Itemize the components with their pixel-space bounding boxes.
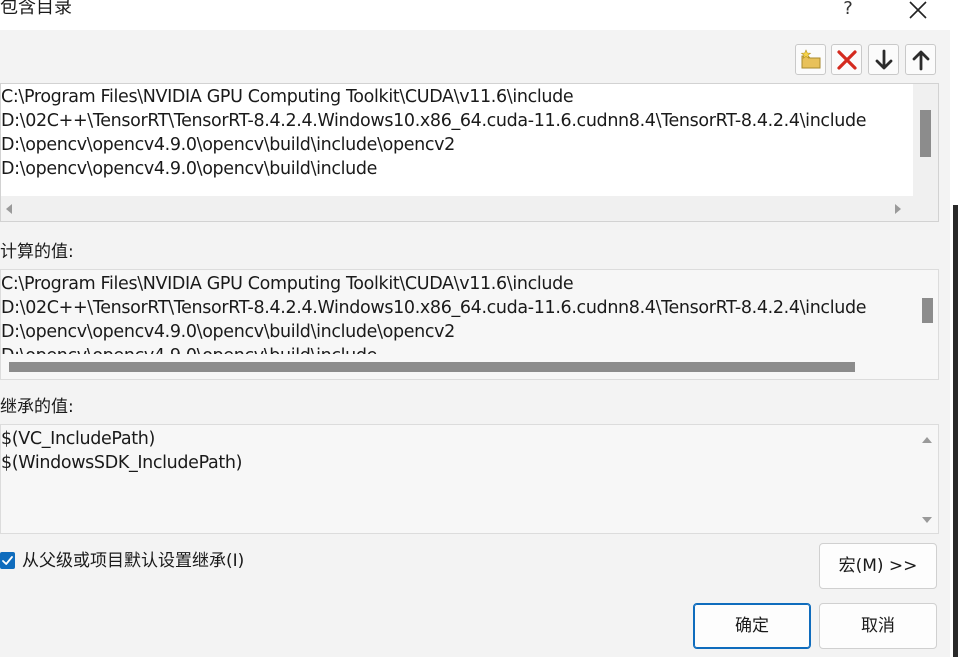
- evaluated-vscrollbar[interactable]: [913, 270, 938, 354]
- close-icon: [909, 1, 927, 19]
- move-down-button[interactable]: [868, 44, 899, 75]
- arrow-down-icon: [875, 49, 892, 70]
- inherited-line: $(WindowsSDK_IncludePath): [1, 453, 243, 473]
- evaluated-hscroll-thumb[interactable]: [9, 362, 855, 372]
- checkmark-icon: [2, 556, 13, 565]
- inherit-checkbox[interactable]: [0, 552, 15, 569]
- title-bar: [0, 0, 958, 30]
- inherited-line: $(VC_IncludePath): [1, 429, 155, 449]
- new-folder-icon: [800, 49, 820, 69]
- evaluated-vscroll-thumb[interactable]: [922, 298, 933, 323]
- dialog-title: 包含目录: [0, 0, 72, 18]
- evaluated-line: D:\02C++\TensorRT\TensorRT-8.4.2.4.Windo…: [1, 298, 867, 318]
- edit-vscrollbar[interactable]: [913, 84, 938, 221]
- edit-line[interactable]: D:\opencv\opencv4.9.0\opencv\build\inclu…: [1, 133, 455, 157]
- edit-list[interactable]: C:\Program Files\NVIDIA GPU Computing To…: [0, 83, 939, 222]
- inherited-vscrollbar[interactable]: [914, 425, 938, 533]
- inherited-list: $(VC_IncludePath) $(WindowsSDK_IncludePa…: [0, 424, 939, 534]
- cancel-button[interactable]: 取消: [819, 603, 937, 649]
- close-button[interactable]: [898, 0, 938, 24]
- delete-x-icon: [836, 50, 857, 70]
- scroll-down-icon[interactable]: [921, 515, 933, 525]
- ok-button[interactable]: 确定: [693, 603, 811, 649]
- scroll-up-icon[interactable]: [921, 435, 933, 445]
- scroll-left-icon[interactable]: [4, 203, 14, 215]
- new-line-button[interactable]: [795, 44, 826, 75]
- inherited-label: 继承的值:: [0, 397, 74, 417]
- edit-line[interactable]: D:\02C++\TensorRT\TensorRT-8.4.2.4.Windo…: [1, 109, 866, 133]
- evaluated-line: C:\Program Files\NVIDIA GPU Computing To…: [1, 274, 574, 294]
- macros-button[interactable]: 宏(M) >>: [819, 543, 937, 589]
- evaluated-list: C:\Program Files\NVIDIA GPU Computing To…: [0, 269, 939, 380]
- edit-line[interactable]: D:\opencv\opencv4.9.0\opencv\build\inclu…: [1, 157, 377, 181]
- edit-line[interactable]: C:\Program Files\NVIDIA GPU Computing To…: [1, 85, 574, 109]
- arrow-up-icon: [912, 50, 929, 71]
- evaluated-hscrollbar[interactable]: [1, 354, 938, 379]
- evaluated-label: 计算的值:: [0, 242, 74, 262]
- edit-hscrollbar[interactable]: [1, 196, 913, 221]
- background-window-edge: [953, 205, 958, 657]
- delete-line-button[interactable]: [831, 44, 862, 75]
- edit-vscroll-thumb[interactable]: [920, 110, 931, 157]
- scroll-right-icon[interactable]: [893, 203, 903, 215]
- inherit-checkbox-label[interactable]: 从父级或项目默认设置继承(I): [22, 549, 244, 573]
- help-button[interactable]: ?: [830, 0, 866, 25]
- evaluated-line: D:\opencv\opencv4.9.0\opencv\build\inclu…: [1, 322, 455, 342]
- move-up-button[interactable]: [905, 44, 936, 75]
